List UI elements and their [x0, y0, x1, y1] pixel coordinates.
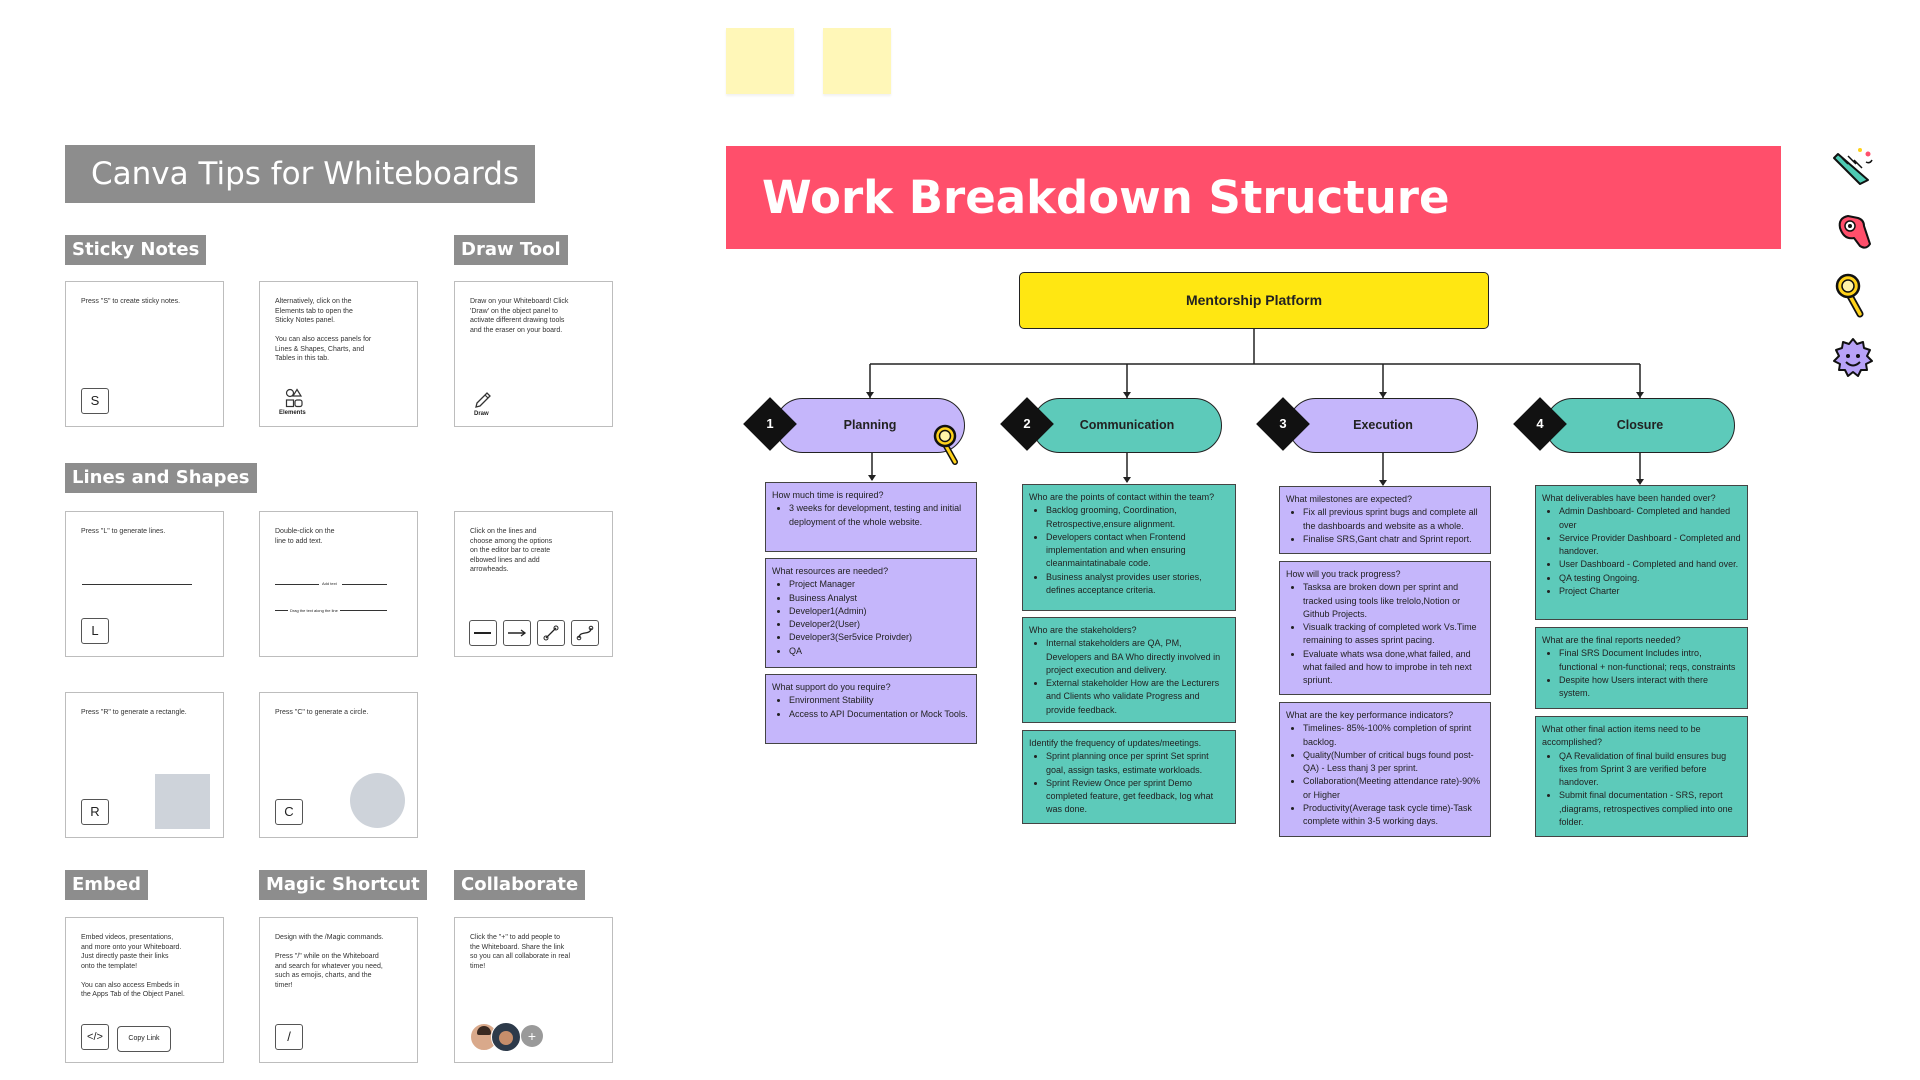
- box-question: How much time is required?: [772, 490, 884, 500]
- box-item: Finalise SRS,Gant chatr and Sprint repor…: [1303, 533, 1484, 546]
- phase-number-badge: 2: [1000, 397, 1054, 451]
- box-item: Submit final documentation - SRS, report…: [1559, 789, 1741, 829]
- box-item: Developer1(Admin): [789, 605, 970, 618]
- planning-box-time[interactable]: How much time is required? 3 weeks for d…: [765, 482, 977, 552]
- box-item: Project Charter: [1559, 585, 1741, 598]
- wbs-root-node[interactable]: Mentorship Platform: [1019, 272, 1489, 329]
- box-question: Identify the frequency of updates/meetin…: [1029, 738, 1202, 748]
- box-item: Developer2(User): [789, 618, 970, 631]
- pointing-hand-icon[interactable]: [1830, 208, 1876, 254]
- communication-box-meetings[interactable]: Identify the frequency of updates/meetin…: [1022, 730, 1236, 824]
- box-item: Internal stakeholders are QA, PM, Develo…: [1046, 637, 1229, 677]
- execution-box-kpis[interactable]: What are the key performance indicators?…: [1279, 702, 1491, 837]
- box-question: What resources are needed?: [772, 566, 889, 576]
- phase-number-badge: 4: [1513, 397, 1567, 451]
- box-question: What deliverables have been handed over?: [1542, 493, 1716, 503]
- box-item: Final SRS Document Includes intro, funct…: [1559, 647, 1741, 674]
- box-item: QA: [789, 645, 970, 658]
- box-item: QA testing Ongoing.: [1559, 572, 1741, 585]
- communication-box-contacts[interactable]: Who are the points of contact within the…: [1022, 484, 1236, 611]
- phase-communication[interactable]: Communication: [1032, 398, 1222, 453]
- box-item: Access to API Documentation or Mock Tool…: [789, 708, 970, 721]
- phase-number: 1: [766, 416, 774, 431]
- phase-number-badge: 3: [1256, 397, 1310, 451]
- box-item: User Dashboard - Completed and hand over…: [1559, 558, 1741, 571]
- closure-box-actions[interactable]: What other final action items need to be…: [1535, 716, 1748, 837]
- planning-box-resources[interactable]: What resources are needed? Project Manag…: [765, 558, 977, 668]
- box-item: Project Manager: [789, 578, 970, 591]
- box-item: Tasksa are broken down per sprint and tr…: [1303, 581, 1484, 621]
- box-question: What are the key performance indicators?: [1286, 710, 1454, 720]
- box-question: How will you track progress?: [1286, 569, 1401, 579]
- box-question: What milestones are expected?: [1286, 494, 1413, 504]
- box-item: Sprint Review Once per sprint Demo compl…: [1046, 777, 1229, 817]
- box-item: Visualk tracking of completed work Vs.Ti…: [1303, 621, 1484, 648]
- smiley-badge-icon[interactable]: [1830, 336, 1876, 382]
- planning-box-support[interactable]: What support do you require? Environment…: [765, 674, 977, 744]
- magnifier-icon[interactable]: [1830, 272, 1876, 318]
- party-popper-icon[interactable]: [1830, 144, 1876, 190]
- communication-box-stakeholders[interactable]: Who are the stakeholders? Internal stake…: [1022, 617, 1236, 723]
- box-item: Developer3(Ser5vice Proivder): [789, 631, 970, 644]
- box-item: QA Revalidation of final build ensures b…: [1559, 750, 1741, 790]
- box-item: Evaluate whats wsa done,what failed, and…: [1303, 648, 1484, 688]
- phase-number-badge: 1: [743, 397, 797, 451]
- box-question: What other final action items need to be…: [1542, 724, 1701, 748]
- closure-box-reports[interactable]: What are the final reports needed? Final…: [1535, 627, 1748, 709]
- box-item: Collaboration(Meeting attendance rate)-9…: [1303, 775, 1484, 802]
- box-question: What support do you require?: [772, 682, 891, 692]
- box-item: Productivity(Average task cycle time)-Ta…: [1303, 802, 1484, 829]
- box-item: Admin Dashboard- Completed and handed ov…: [1559, 505, 1741, 532]
- closure-box-deliverables[interactable]: What deliverables have been handed over?…: [1535, 485, 1748, 620]
- phase-number: 3: [1279, 416, 1287, 431]
- box-question: What are the final reports needed?: [1542, 635, 1681, 645]
- box-item: Backlog grooming, Coordination, Retrospe…: [1046, 504, 1229, 531]
- magnifier-sticker-icon[interactable]: [933, 424, 965, 466]
- box-item: Service Provider Dashboard - Completed a…: [1559, 532, 1741, 559]
- phase-closure[interactable]: Closure: [1545, 398, 1735, 453]
- box-question: Who are the points of contact within the…: [1029, 492, 1215, 502]
- box-item: Environment Stability: [789, 694, 970, 707]
- phase-execution[interactable]: Execution: [1288, 398, 1478, 453]
- box-item: 3 weeks for development, testing and ini…: [789, 502, 970, 529]
- box-item: Fix all previous sprint bugs and complet…: [1303, 506, 1484, 533]
- execution-box-milestones[interactable]: What milestones are expected? Fix all pr…: [1279, 486, 1491, 554]
- box-item: Timelines- 85%-100% completion of sprint…: [1303, 722, 1484, 749]
- phase-number: 2: [1023, 416, 1031, 431]
- box-item: Despite how Users interact with there sy…: [1559, 674, 1741, 701]
- box-question: Who are the stakeholders?: [1029, 625, 1137, 635]
- phase-number: 4: [1536, 416, 1544, 431]
- box-item: Developers contact when Frontend impleme…: [1046, 531, 1229, 571]
- execution-box-progress[interactable]: How will you track progress? Tasksa are …: [1279, 561, 1491, 695]
- box-item: Business analyst provides user stories, …: [1046, 571, 1229, 598]
- box-item: Quality(Number of critical bugs found po…: [1303, 749, 1484, 776]
- box-item: External stakeholder How are the Lecture…: [1046, 677, 1229, 717]
- box-item: Business Analyst: [789, 592, 970, 605]
- box-item: Sprint planning once per sprint Set spri…: [1046, 750, 1229, 777]
